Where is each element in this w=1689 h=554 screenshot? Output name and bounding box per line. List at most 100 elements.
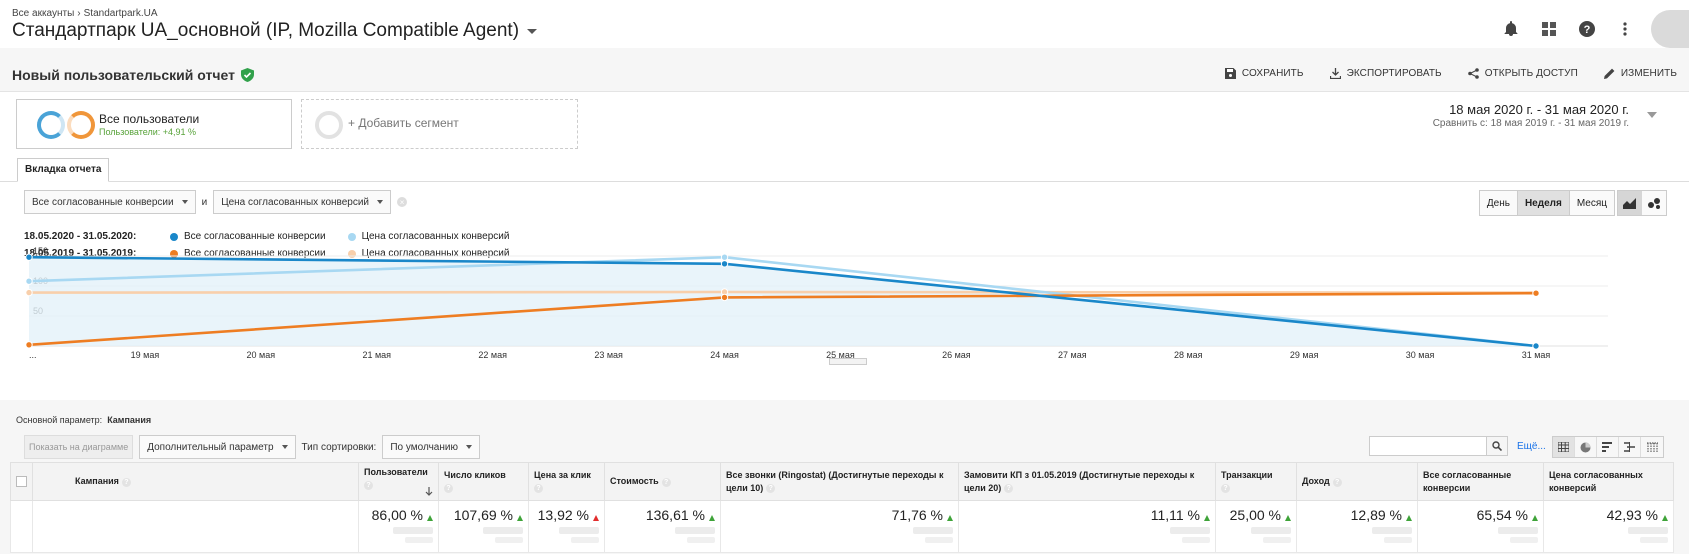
- x-tick-label: 22 мая: [478, 350, 507, 360]
- metric1-select[interactable]: Все согласованные конверсии: [24, 190, 196, 214]
- sort-type-select[interactable]: По умолчанию: [382, 435, 480, 459]
- tab-report[interactable]: Вкладка отчета: [17, 158, 110, 182]
- segment-compare-ring-icon: [67, 111, 95, 139]
- select-all-checkbox[interactable]: [10, 462, 33, 501]
- col-header-revenue[interactable]: Доход?: [1296, 462, 1418, 501]
- col-header-clicks[interactable]: Число кликов?: [438, 462, 529, 501]
- data-point: [25, 288, 33, 297]
- table-toolbar: Показать на диаграмме Дополнительный пар…: [0, 432, 1689, 462]
- col-header-users[interactable]: Пользователи?: [358, 462, 439, 501]
- x-tick-label: 24 мая: [710, 350, 739, 360]
- report-title-text: Новый пользовательский отчет: [12, 67, 235, 83]
- share-button[interactable]: ОТКРЫТЬ ДОСТУП: [1467, 68, 1578, 79]
- chart-panel: Все согласованные конверсии и Цена согла…: [0, 182, 1689, 400]
- primary-dimension-label: Основной параметр:: [16, 415, 103, 425]
- totals-row: 86,00 % 107,69 % 13,92 % 136,61 % 71,76 …: [10, 500, 1674, 553]
- help-icon: ?: [1332, 477, 1342, 487]
- comparison-view-icon[interactable]: [1619, 437, 1641, 457]
- help-icon: ?: [534, 483, 543, 493]
- data-point: [25, 253, 33, 261]
- table-cell: 12,89 %: [1296, 500, 1418, 553]
- add-segment-button[interactable]: + Добавить сегмент: [301, 99, 578, 149]
- chart-type-toggle: [1617, 190, 1667, 216]
- date-range-compare: Сравнить с: 18 мая 2019 г. - 31 мая 2019…: [1432, 118, 1629, 129]
- metric2-label: Цена согласованных конверсий: [221, 196, 370, 208]
- period-month-button[interactable]: Месяц: [1570, 191, 1614, 215]
- report-header: Новый пользовательский отчет СОХРАНИТЬ Э…: [0, 56, 1689, 92]
- help-icon[interactable]: ?: [1573, 15, 1601, 43]
- table-view-icon[interactable]: [1553, 437, 1575, 457]
- plot-rows-button[interactable]: Показать на диаграмме: [24, 435, 134, 459]
- remove-metric-icon[interactable]: ×: [397, 197, 408, 207]
- pie-view-icon[interactable]: [1575, 437, 1597, 457]
- svg-text:?: ?: [1584, 24, 1591, 36]
- chart-resize-handle[interactable]: [829, 358, 867, 365]
- advanced-filter-link[interactable]: Ещё...: [1517, 441, 1546, 452]
- share-label: ОТКРЫТЬ ДОСТУП: [1484, 68, 1578, 79]
- table-view-toggle: [1552, 436, 1664, 458]
- x-tick-label: 20 мая: [247, 350, 276, 360]
- x-tick-label: 28 мая: [1174, 350, 1203, 360]
- col-header-conversion-cost[interactable]: Цена согласованных конверсий: [1543, 462, 1674, 501]
- breadcrumb-all-accounts[interactable]: Все аккаунты: [12, 8, 74, 19]
- x-tick-label: 21 мая: [362, 350, 391, 360]
- account-selector[interactable]: Стандартпарк UA_основной (IP, Mozilla Co…: [12, 20, 538, 42]
- col-header-cost[interactable]: Стоимость?: [604, 462, 721, 501]
- segment-all-users[interactable]: Все пользователи Пользователи: +4,91 %: [16, 99, 292, 149]
- table-cell: 11,11 %: [958, 500, 1216, 553]
- trend-up-icon: [1204, 514, 1210, 521]
- period-toggle: День Неделя Месяц: [1478, 190, 1615, 216]
- motion-chart-icon[interactable]: [1642, 191, 1666, 215]
- secondary-dimension-select[interactable]: Дополнительный параметр: [139, 435, 296, 459]
- table-header-row: Кампания? Пользователи? Число кликов? Це…: [10, 462, 1674, 501]
- pivot-view-icon[interactable]: [1641, 437, 1663, 457]
- pencil-icon: [1603, 68, 1615, 79]
- bell-icon[interactable]: [1497, 15, 1525, 43]
- sort-desc-icon: [425, 486, 433, 496]
- avatar[interactable]: [1651, 10, 1689, 48]
- legend-item: Все согласованные конверсии: [170, 231, 326, 242]
- export-button[interactable]: ЭКСПОРТИРОВАТЬ: [1329, 68, 1442, 79]
- top-bar: Все аккаунты › Standartpark.UA Стандартпар…: [0, 0, 1689, 48]
- help-icon: ?: [364, 480, 373, 490]
- save-button[interactable]: СОХРАНИТЬ: [1224, 68, 1304, 79]
- period-day-button[interactable]: День: [1480, 191, 1518, 215]
- line-chart-icon[interactable]: [1618, 191, 1642, 215]
- share-icon: [1467, 68, 1479, 79]
- search-icon[interactable]: [1486, 436, 1508, 456]
- col-header-transactions[interactable]: Транзакции?: [1215, 462, 1297, 501]
- trend-up-icon: [947, 514, 953, 521]
- totals-label-cell: [32, 500, 359, 553]
- col-header-conversions[interactable]: Все согласованные конверсии: [1417, 462, 1544, 501]
- help-icon: ?: [121, 477, 131, 487]
- apps-grid-icon[interactable]: [1535, 15, 1563, 43]
- col-header-calls-goal10[interactable]: Все звонки (Ringostat) (Достигнутые пере…: [720, 462, 959, 501]
- chevron-down-icon: [181, 200, 188, 204]
- x-tick-label: 26 мая: [942, 350, 971, 360]
- metric2-select[interactable]: Цена согласованных конверсий: [213, 190, 392, 214]
- sort-type-value: По умолчанию: [390, 441, 458, 453]
- x-tick-label: 19 мая: [131, 350, 160, 360]
- trend-up-icon: [1406, 514, 1412, 521]
- breadcrumb-account[interactable]: Standartpark.UA: [84, 8, 158, 19]
- edit-button[interactable]: ИЗМЕНИТЬ: [1603, 68, 1677, 79]
- more-vert-icon[interactable]: [1611, 15, 1639, 43]
- primary-dimension-value[interactable]: Кампания: [107, 415, 151, 425]
- chevron-down-icon: [465, 445, 472, 449]
- data-table: Кампания? Пользователи? Число кликов? Це…: [10, 462, 1674, 553]
- breadcrumb: Все аккаунты › Standartpark.UA: [12, 8, 158, 19]
- col-header-cpc[interactable]: Цена за клик?: [528, 462, 605, 501]
- period-week-button[interactable]: Неделя: [1517, 191, 1570, 215]
- bar-view-icon[interactable]: [1597, 437, 1619, 457]
- trend-down-icon: [593, 514, 599, 521]
- data-point: [1532, 289, 1540, 297]
- col-header-campaign[interactable]: Кампания?: [32, 462, 359, 501]
- chevron-down-icon: [281, 445, 288, 449]
- metric1-label: Все согласованные конверсии: [32, 196, 174, 208]
- segment-bar: Все пользователи Пользователи: +4,91 % +…: [0, 92, 1689, 182]
- segment-users-delta: Пользователи: +4,91 %: [99, 127, 197, 137]
- breadcrumb-separator-icon: ›: [77, 8, 81, 19]
- series-line: [28, 290, 1537, 294]
- date-range-picker[interactable]: 18 мая 2020 г. - 31 мая 2020 г. Сравнить…: [1432, 102, 1657, 129]
- col-header-quote-goal20[interactable]: Замовити КП з 01.05.2019 (Достигнутые пе…: [958, 462, 1216, 501]
